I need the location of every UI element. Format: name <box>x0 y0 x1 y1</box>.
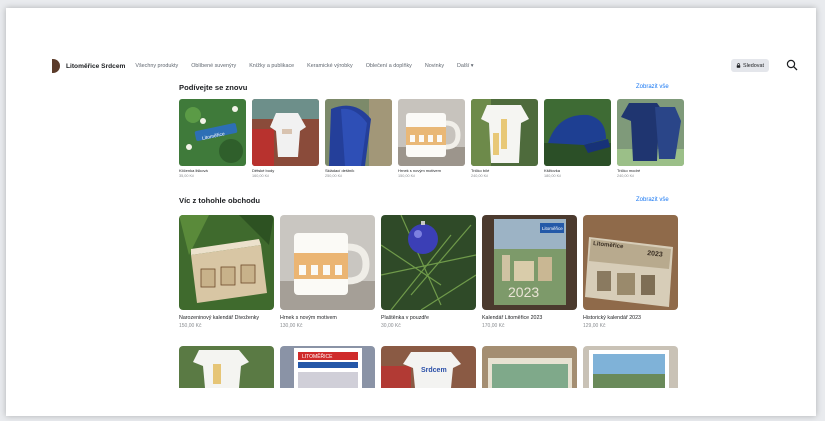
product-name: Tričko modré <box>617 168 641 173</box>
product-image[interactable] <box>252 99 319 166</box>
product-card[interactable] <box>482 346 577 388</box>
product-name: Kalendář Litoměřice 2023 <box>482 315 543 321</box>
product-price: 35,00 Kč <box>179 174 194 178</box>
product-card[interactable]: Litoměřice Klíčenka lišková 35,00 Kč <box>179 99 246 178</box>
product-price: 240,00 Kč <box>471 174 489 178</box>
more-from-shop-row: Narozeninový kalendář Divoženky 150,00 K… <box>179 215 678 329</box>
nav-books[interactable]: Knížky a publikace <box>249 63 294 69</box>
nav-ceramics[interactable]: Keramické výrobky <box>307 63 353 69</box>
product-card[interactable]: LITOMĚŘICE <box>280 346 375 388</box>
see-all-more-from-shop[interactable]: Zobrazit vše <box>636 197 669 203</box>
product-card[interactable]: Srdcem <box>381 346 476 388</box>
product-card[interactable]: Litoměřice 2023 Kalendář Litoměřice 2023… <box>482 215 577 329</box>
section-title-recently-viewed: Podívejte se znovu <box>179 83 248 92</box>
product-name: Tričko bílé <box>471 168 490 173</box>
product-name: Klíčenka lišková <box>179 168 208 173</box>
product-card[interactable]: Hrnek s novým motivem 150,00 Kč <box>398 99 465 178</box>
product-image[interactable]: Srdcem <box>381 346 476 388</box>
product-price: 150,00 Kč <box>179 323 202 329</box>
product-card[interactable]: Tričko bílé 240,00 Kč <box>471 99 538 178</box>
product-price: 250,00 Kč <box>325 174 343 178</box>
lock-icon <box>736 63 741 68</box>
product-card[interactable] <box>583 346 678 388</box>
nav-new[interactable]: Novinky <box>425 63 444 69</box>
product-card[interactable]: Kšiltovka 180,00 Kč <box>544 99 611 178</box>
product-name: Skládací deštník <box>325 168 355 173</box>
product-image[interactable] <box>617 99 684 166</box>
more-products-row: LITOMĚŘICE Srdcem <box>179 346 678 388</box>
nav-favorite-souvenirs[interactable]: Oblíbené suvenýry <box>191 63 236 69</box>
nav-all-products[interactable]: Všechny produkty <box>135 63 178 69</box>
product-image[interactable]: Litoměřice 2023 <box>583 215 678 310</box>
product-card[interactable]: Skládací deštník 250,00 Kč <box>325 99 392 178</box>
product-image[interactable]: Litoměřice 2023 <box>482 215 577 310</box>
nav-more-dropdown[interactable]: Další ▾ <box>457 63 474 69</box>
product-card[interactable] <box>179 346 274 388</box>
product-card[interactable]: Plaštěnka v pouzdře 30,00 Kč <box>381 215 476 329</box>
product-image[interactable] <box>179 346 274 388</box>
product-card[interactable]: Tričko modré 240,00 Kč <box>617 99 684 178</box>
product-image[interactable]: LITOMĚŘICE <box>280 346 375 388</box>
product-card[interactable]: Dětské body 160,00 Kč <box>252 99 319 178</box>
product-price: 170,00 Kč <box>482 323 505 329</box>
see-all-recently-viewed[interactable]: Zobrazit vše <box>636 84 669 90</box>
product-image[interactable] <box>544 99 611 166</box>
product-image[interactable] <box>325 99 392 166</box>
row3-banner-text: LITOMĚŘICE <box>302 352 333 360</box>
product-name: Narozeninový kalendář Divoženky <box>179 315 260 321</box>
product-card[interactable]: Hrnek s novým motivem 130,00 Kč <box>280 215 375 329</box>
recently-viewed-row: Litoměřice Klíčenka lišková 35,00 Kč Dět… <box>179 99 684 178</box>
product-price: 30,00 Kč <box>381 323 401 329</box>
product-name: Kšiltovka <box>544 168 561 173</box>
product-image[interactable] <box>583 346 678 388</box>
product-price: 180,00 Kč <box>544 174 562 178</box>
product-price: 130,00 Kč <box>280 323 303 329</box>
shop-logo[interactable] <box>52 59 60 73</box>
product-card[interactable]: Litoměřice 2023 Historický kalendář 2023… <box>583 215 678 329</box>
product-image[interactable] <box>381 215 476 310</box>
product-price: 160,00 Kč <box>252 174 270 178</box>
shop-name[interactable]: Litoměřice Srdcem <box>66 63 125 70</box>
product-image[interactable] <box>280 215 375 310</box>
follow-button[interactable]: Sledovat <box>731 59 769 72</box>
product-card[interactable]: Narozeninový kalendář Divoženky 150,00 K… <box>179 215 274 329</box>
nav-clothing[interactable]: Oblečení a doplňky <box>366 63 412 69</box>
product-name: Hrnek s novým motivem <box>398 168 441 173</box>
product-price: 150,00 Kč <box>398 174 416 178</box>
product-name: Historický kalendář 2023 <box>583 315 641 321</box>
shop-header: Litoměřice Srdcem Všechny produkty Oblíb… <box>50 56 810 76</box>
search-icon[interactable] <box>786 59 798 71</box>
product-name: Hrnek s novým motivem <box>280 315 337 321</box>
product-name: Dětské body <box>252 168 275 173</box>
follow-label: Sledovat <box>743 62 764 69</box>
product-image[interactable] <box>179 215 274 310</box>
section-title-more-from-shop: Víc z tohohle obchodu <box>179 196 260 205</box>
product-price: 240,00 Kč <box>617 174 635 178</box>
product-image[interactable] <box>471 99 538 166</box>
row3-shirt-text: Srdcem <box>421 367 447 374</box>
calendar-year-text: 2023 <box>508 284 539 300</box>
calendar-brand-text: Litoměřice <box>542 226 563 231</box>
product-image[interactable] <box>398 99 465 166</box>
product-price: 129,00 Kč <box>583 323 606 329</box>
product-image[interactable] <box>482 346 577 388</box>
product-image[interactable]: Litoměřice <box>179 99 246 166</box>
product-name: Plaštěnka v pouzdře <box>381 315 429 321</box>
